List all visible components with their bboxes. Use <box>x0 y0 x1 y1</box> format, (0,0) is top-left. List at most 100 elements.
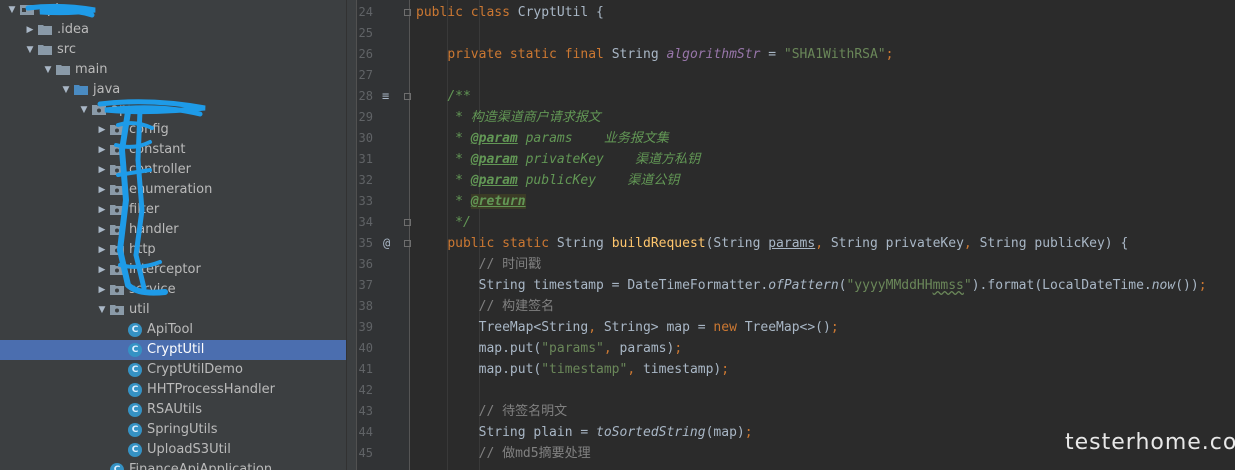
tree-item-service[interactable]: ▶ service <box>0 280 346 300</box>
render-doc-icon[interactable]: ≡ <box>382 86 389 107</box>
tree-item-label: .idea <box>57 22 89 37</box>
line-number: 37 <box>358 278 373 292</box>
package-icon <box>110 264 124 275</box>
tree-item-interceptor[interactable]: ▶ interceptor <box>0 260 346 280</box>
expand-arrow-icon[interactable]: ▶ <box>96 180 108 200</box>
java-class-icon: C <box>128 403 142 417</box>
tree-item-apitool[interactable]: C ApiTool <box>0 320 346 340</box>
tree-item-api[interactable]: ▼ api <box>0 0 346 20</box>
line-number: 29 <box>358 110 373 124</box>
package-icon <box>110 304 124 315</box>
java-class-icon: C <box>128 443 142 457</box>
java-class-icon: C <box>128 363 142 377</box>
collapse-arrow-icon[interactable]: ▼ <box>60 80 72 100</box>
collapse-arrow-icon[interactable]: ▼ <box>78 100 90 120</box>
code-line: String plain = toSortedString(map); <box>416 425 753 440</box>
project-tool-window: ▼ api ▶ .idea ▼ src ▼ main ▼ java ▼ api ▶ config ▶ cons… <box>0 0 346 470</box>
package-icon <box>92 104 106 115</box>
package-icon <box>110 124 124 135</box>
tree-item-http[interactable]: ▶ http <box>0 240 346 260</box>
code-line: */ <box>455 215 471 230</box>
tree-item-label: http <box>129 242 156 257</box>
tree-item-config[interactable]: ▶ config <box>0 120 346 140</box>
collapse-arrow-icon[interactable]: ▼ <box>96 300 108 320</box>
line-number: 33 <box>358 194 373 208</box>
tree-item-main[interactable]: ▼ main <box>0 60 346 80</box>
expand-arrow-icon[interactable]: ▶ <box>24 20 36 40</box>
tree-item-api[interactable]: ▼ api <box>0 100 346 120</box>
code-line: // 待签名明文 <box>478 404 568 419</box>
code-line: String timestamp = DateTimeFormatter.ofP… <box>416 278 1207 293</box>
tree-item-springutils[interactable]: C SpringUtils <box>0 420 346 440</box>
expand-arrow-icon[interactable]: ▶ <box>96 120 108 140</box>
collapse-arrow-icon[interactable]: ▼ <box>42 60 54 80</box>
line-number: 40 <box>358 341 373 355</box>
editor-gutter: 24 25 26 27 28 29 30 31 32 33 34 35 36 37 38 39 40 41 42 43… <box>357 0 411 470</box>
package-icon <box>110 204 124 215</box>
code-editor[interactable]: public class CryptUtil { private static … <box>410 0 1235 470</box>
tree-item-label: HHTProcessHandler <box>147 382 275 397</box>
expand-arrow-icon[interactable]: ▶ <box>96 260 108 280</box>
line-number: 35 <box>358 236 373 250</box>
tree-item-java[interactable]: ▼ java <box>0 80 346 100</box>
tree-item-label: FinanceApiApplication <box>129 462 273 470</box>
line-number: 42 <box>358 383 373 397</box>
line-number: 24 <box>358 5 373 19</box>
package-icon <box>110 184 124 195</box>
tree-item-uploads3util[interactable]: C UploadS3Util <box>0 440 346 460</box>
tree-item-controller[interactable]: ▶ controller <box>0 160 346 180</box>
tree-item-filter[interactable]: ▶ filter <box>0 200 346 220</box>
expand-arrow-icon[interactable]: ▶ <box>96 280 108 300</box>
expand-arrow-icon[interactable]: ▶ <box>96 240 108 260</box>
code-line: * @param params 业务报文集 <box>455 131 669 146</box>
tree-item-constant[interactable]: ▶ constant <box>0 140 346 160</box>
watermark: testerhome.com <box>1065 430 1235 455</box>
code-line: TreeMap<String, String> map = new TreeMa… <box>416 320 839 335</box>
code-line: // 时间戳 <box>478 257 542 272</box>
tree-item-label: service <box>129 282 176 297</box>
tree-item-label: util <box>129 302 150 317</box>
folder-icon <box>38 44 52 55</box>
folder-icon <box>38 24 52 35</box>
java-class-icon: C <box>128 343 142 357</box>
tree-item-label: enumeration <box>129 182 213 197</box>
java-class-icon: C <box>110 463 124 470</box>
code-line: * 构造渠道商户请求报文 <box>455 110 601 125</box>
collapse-arrow-icon[interactable]: ▼ <box>6 0 18 20</box>
tree-item-cryptutildemo[interactable]: C CryptUtilDemo <box>0 360 346 380</box>
code-line: // 做md5摘要处理 <box>478 446 591 461</box>
expand-arrow-icon[interactable]: ▶ <box>96 200 108 220</box>
line-number: 41 <box>358 362 373 376</box>
tree-item-util[interactable]: ▼ util <box>0 300 346 320</box>
line-number: 39 <box>358 320 373 334</box>
tree-item-idea[interactable]: ▶ .idea <box>0 20 346 40</box>
annotation-marker-icon[interactable]: @ <box>383 233 390 254</box>
tree-item-handler[interactable]: ▶ handler <box>0 220 346 240</box>
tree-item-financeapiapplication[interactable]: C FinanceApiApplication <box>0 460 346 470</box>
line-number: 34 <box>358 215 373 229</box>
tree-item-label: src <box>57 42 76 57</box>
tree-item-hhtprocesshandler[interactable]: C HHTProcessHandler <box>0 380 346 400</box>
tree-item-cryptutil[interactable]: C CryptUtil <box>0 340 346 360</box>
tree-item-label: ApiTool <box>147 322 194 337</box>
tree-item-label: api <box>111 102 131 117</box>
tree-item-enumeration[interactable]: ▶ enumeration <box>0 180 346 200</box>
folder-icon <box>74 84 88 95</box>
panel-splitter[interactable] <box>346 0 357 470</box>
line-number: 26 <box>358 47 373 61</box>
collapse-arrow-icon[interactable]: ▼ <box>24 40 36 60</box>
package-icon <box>110 244 124 255</box>
line-number: 30 <box>358 131 373 145</box>
expand-arrow-icon[interactable]: ▶ <box>96 220 108 240</box>
tree-item-label: config <box>129 122 169 137</box>
expand-arrow-icon[interactable]: ▶ <box>96 140 108 160</box>
line-number: 44 <box>358 425 373 439</box>
tree-item-label: api <box>39 2 59 17</box>
line-number: 32 <box>358 173 373 187</box>
expand-arrow-icon[interactable]: ▶ <box>96 160 108 180</box>
tree-item-rsautils[interactable]: C RSAUtils <box>0 400 346 420</box>
java-class-icon: C <box>128 423 142 437</box>
tree-item-src[interactable]: ▼ src <box>0 40 346 60</box>
tree-item-label: interceptor <box>129 262 201 277</box>
tree-item-label: filter <box>129 202 160 217</box>
